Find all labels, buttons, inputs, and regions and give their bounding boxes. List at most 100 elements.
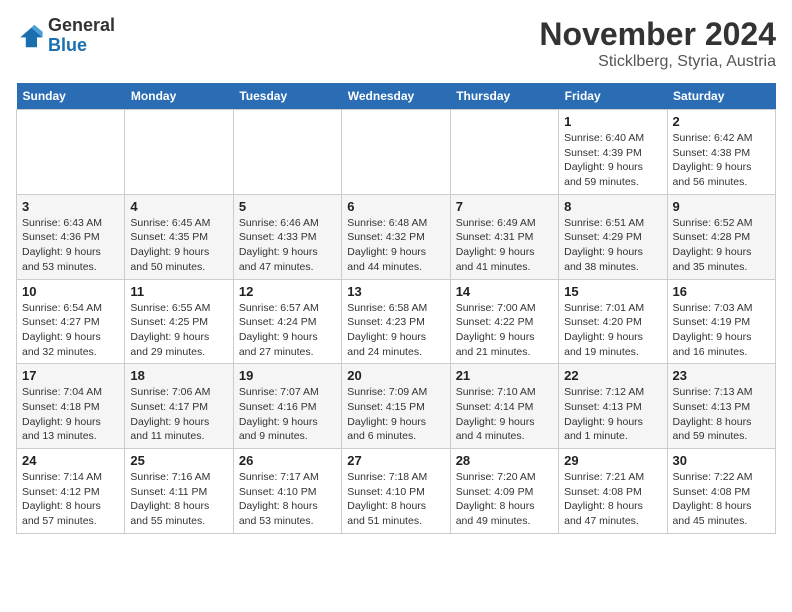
calendar-week-4: 24 Sunrise: 7:14 AM Sunset: 4:12 PM Dayli… (17, 449, 776, 534)
day-info: Sunrise: 6:58 AM Sunset: 4:23 PM Dayligh… (347, 301, 444, 360)
calendar-cell: 13Sunrise: 6:58 AM Sunset: 4:23 PM Dayli… (342, 279, 450, 364)
day-number: 6 (347, 199, 444, 214)
calendar-cell: 30 Sunrise: 7:22 AM Sunset: 4:08 PM Dayli… (667, 449, 775, 534)
day-number: 3 (22, 199, 119, 214)
day-number: 12 (239, 284, 336, 299)
calendar-cell: 23 Sunrise: 7:13 AM Sunset: 4:13 PM Dayli… (667, 364, 775, 449)
day-info: Sunrise: 7:04 AM Sunset: 4:18 PM Dayligh… (22, 385, 119, 444)
weekday-header-monday: Monday (125, 83, 233, 110)
calendar-body: 1 Sunrise: 6:40 AM Sunset: 4:39 PM Daylig… (17, 110, 776, 534)
day-number: 25 (130, 453, 227, 468)
day-number: 30 (673, 453, 770, 468)
calendar-cell: 11 Sunrise: 6:55 AM Sunset: 4:25 PM Dayli… (125, 279, 233, 364)
day-info: Sunrise: 6:51 AM Sunset: 4:29 PM Dayligh… (564, 216, 661, 275)
calendar-week-2: 10Sunrise: 6:54 AM Sunset: 4:27 PM Dayli… (17, 279, 776, 364)
day-number: 18 (130, 368, 227, 383)
day-info: Sunrise: 7:14 AM Sunset: 4:12 PM Dayligh… (22, 470, 119, 529)
day-info: Sunrise: 6:43 AM Sunset: 4:36 PM Dayligh… (22, 216, 119, 275)
calendar-cell: 25 Sunrise: 7:16 AM Sunset: 4:11 PM Dayli… (125, 449, 233, 534)
calendar-cell: 5 Sunrise: 6:46 AM Sunset: 4:33 PM Daylig… (233, 194, 341, 279)
calendar-cell: 2Sunrise: 6:42 AM Sunset: 4:38 PM Daylig… (667, 110, 775, 195)
weekday-header-saturday: Saturday (667, 83, 775, 110)
day-number: 24 (22, 453, 119, 468)
calendar-cell (450, 110, 558, 195)
day-number: 8 (564, 199, 661, 214)
day-number: 1 (564, 114, 661, 129)
calendar-cell (342, 110, 450, 195)
day-number: 9 (673, 199, 770, 214)
calendar-cell: 27 Sunrise: 7:18 AM Sunset: 4:10 PM Dayli… (342, 449, 450, 534)
calendar-header: SundayMondayTuesdayWednesdayThursdayFrid… (17, 83, 776, 110)
day-info: Sunrise: 7:10 AM Sunset: 4:14 PM Dayligh… (456, 385, 553, 444)
calendar-cell: 20Sunrise: 7:09 AM Sunset: 4:15 PM Dayli… (342, 364, 450, 449)
weekday-header-tuesday: Tuesday (233, 83, 341, 110)
day-number: 5 (239, 199, 336, 214)
day-number: 16 (673, 284, 770, 299)
day-info: Sunrise: 6:49 AM Sunset: 4:31 PM Dayligh… (456, 216, 553, 275)
calendar-table: SundayMondayTuesdayWednesdayThursdayFrid… (16, 83, 776, 534)
day-info: Sunrise: 6:40 AM Sunset: 4:39 PM Dayligh… (564, 131, 661, 190)
day-info: Sunrise: 7:21 AM Sunset: 4:08 PM Dayligh… (564, 470, 661, 529)
day-info: Sunrise: 7:22 AM Sunset: 4:08 PM Dayligh… (673, 470, 770, 529)
day-info: Sunrise: 7:20 AM Sunset: 4:09 PM Dayligh… (456, 470, 553, 529)
calendar-cell: 21Sunrise: 7:10 AM Sunset: 4:14 PM Dayli… (450, 364, 558, 449)
calendar-cell (125, 110, 233, 195)
day-number: 11 (130, 284, 227, 299)
day-info: Sunrise: 6:52 AM Sunset: 4:28 PM Dayligh… (673, 216, 770, 275)
calendar-cell: 26 Sunrise: 7:17 AM Sunset: 4:10 PM Dayli… (233, 449, 341, 534)
calendar-cell: 16 Sunrise: 7:03 AM Sunset: 4:19 PM Dayli… (667, 279, 775, 364)
calendar-cell (233, 110, 341, 195)
weekday-header-sunday: Sunday (17, 83, 125, 110)
day-number: 23 (673, 368, 770, 383)
day-info: Sunrise: 7:07 AM Sunset: 4:16 PM Dayligh… (239, 385, 336, 444)
day-number: 27 (347, 453, 444, 468)
calendar-cell: 18 Sunrise: 7:06 AM Sunset: 4:17 PM Dayli… (125, 364, 233, 449)
day-number: 28 (456, 453, 553, 468)
logo-general: General (48, 15, 115, 35)
calendar-cell: 28 Sunrise: 7:20 AM Sunset: 4:09 PM Dayli… (450, 449, 558, 534)
calendar-cell: 24 Sunrise: 7:14 AM Sunset: 4:12 PM Dayli… (17, 449, 125, 534)
day-info: Sunrise: 6:57 AM Sunset: 4:24 PM Dayligh… (239, 301, 336, 360)
page-title: November 2024 (539, 16, 776, 53)
day-info: Sunrise: 7:18 AM Sunset: 4:10 PM Dayligh… (347, 470, 444, 529)
page-subtitle: Sticklberg, Styria, Austria (539, 53, 776, 71)
day-number: 4 (130, 199, 227, 214)
day-info: Sunrise: 7:13 AM Sunset: 4:13 PM Dayligh… (673, 385, 770, 444)
day-info: Sunrise: 6:55 AM Sunset: 4:25 PM Dayligh… (130, 301, 227, 360)
day-number: 26 (239, 453, 336, 468)
page-header: General Blue November 2024 Sticklberg, S… (16, 16, 776, 71)
day-number: 15 (564, 284, 661, 299)
day-number: 14 (456, 284, 553, 299)
weekday-header-row: SundayMondayTuesdayWednesdayThursdayFrid… (17, 83, 776, 110)
day-number: 22 (564, 368, 661, 383)
day-info: Sunrise: 7:06 AM Sunset: 4:17 PM Dayligh… (130, 385, 227, 444)
calendar-cell: 3 Sunrise: 6:43 AM Sunset: 4:36 PM Daylig… (17, 194, 125, 279)
weekday-header-thursday: Thursday (450, 83, 558, 110)
calendar-cell: 1 Sunrise: 6:40 AM Sunset: 4:39 PM Daylig… (559, 110, 667, 195)
weekday-header-wednesday: Wednesday (342, 83, 450, 110)
calendar-cell: 22 Sunrise: 7:12 AM Sunset: 4:13 PM Dayli… (559, 364, 667, 449)
calendar-cell: 15 Sunrise: 7:01 AM Sunset: 4:20 PM Dayli… (559, 279, 667, 364)
day-info: Sunrise: 7:16 AM Sunset: 4:11 PM Dayligh… (130, 470, 227, 529)
weekday-header-friday: Friday (559, 83, 667, 110)
day-number: 10 (22, 284, 119, 299)
calendar-cell: 9 Sunrise: 6:52 AM Sunset: 4:28 PM Daylig… (667, 194, 775, 279)
day-info: Sunrise: 7:01 AM Sunset: 4:20 PM Dayligh… (564, 301, 661, 360)
calendar-cell: 12 Sunrise: 6:57 AM Sunset: 4:24 PM Dayli… (233, 279, 341, 364)
calendar-cell: 8 Sunrise: 6:51 AM Sunset: 4:29 PM Daylig… (559, 194, 667, 279)
calendar-week-3: 17Sunrise: 7:04 AM Sunset: 4:18 PM Dayli… (17, 364, 776, 449)
calendar-cell: 14Sunrise: 7:00 AM Sunset: 4:22 PM Dayli… (450, 279, 558, 364)
calendar-cell: 19 Sunrise: 7:07 AM Sunset: 4:16 PM Dayli… (233, 364, 341, 449)
day-info: Sunrise: 6:46 AM Sunset: 4:33 PM Dayligh… (239, 216, 336, 275)
day-info: Sunrise: 7:17 AM Sunset: 4:10 PM Dayligh… (239, 470, 336, 529)
calendar-cell: 6 Sunrise: 6:48 AM Sunset: 4:32 PM Daylig… (342, 194, 450, 279)
day-info: Sunrise: 6:45 AM Sunset: 4:35 PM Dayligh… (130, 216, 227, 275)
day-number: 29 (564, 453, 661, 468)
day-info: Sunrise: 7:03 AM Sunset: 4:19 PM Dayligh… (673, 301, 770, 360)
calendar-cell: 29 Sunrise: 7:21 AM Sunset: 4:08 PM Dayli… (559, 449, 667, 534)
calendar-week-0: 1 Sunrise: 6:40 AM Sunset: 4:39 PM Daylig… (17, 110, 776, 195)
calendar-cell: 4 Sunrise: 6:45 AM Sunset: 4:35 PM Daylig… (125, 194, 233, 279)
day-number: 19 (239, 368, 336, 383)
day-info: Sunrise: 6:48 AM Sunset: 4:32 PM Dayligh… (347, 216, 444, 275)
day-info: Sunrise: 7:12 AM Sunset: 4:13 PM Dayligh… (564, 385, 661, 444)
